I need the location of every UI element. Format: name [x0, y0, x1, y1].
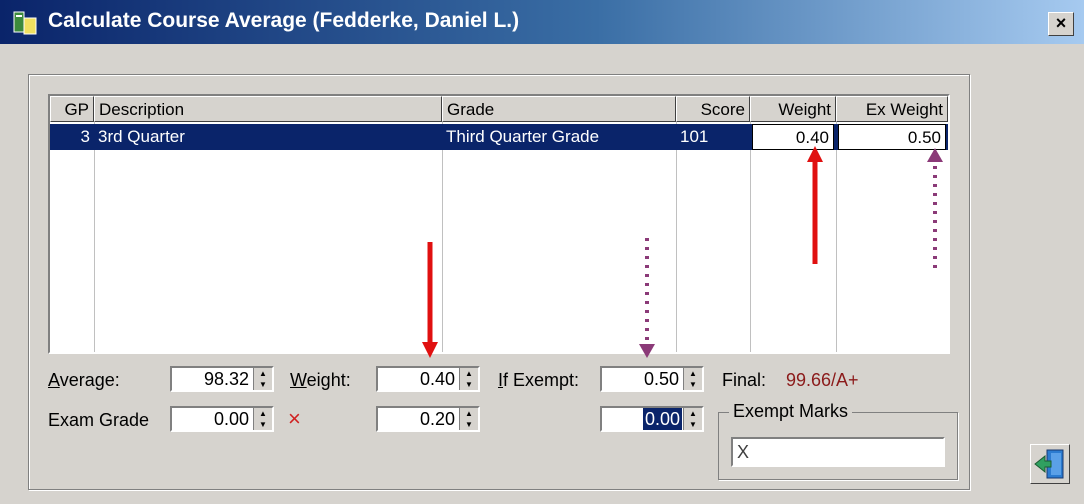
dotted-arrow-ex-weight-cell: [927, 148, 943, 268]
solid-arrow-weight-cell: [807, 146, 823, 264]
dotted-arrow-if-exempt-field: [639, 238, 655, 358]
solid-arrow-weight-field: [422, 242, 438, 358]
annotation-arrows: [422, 146, 943, 358]
